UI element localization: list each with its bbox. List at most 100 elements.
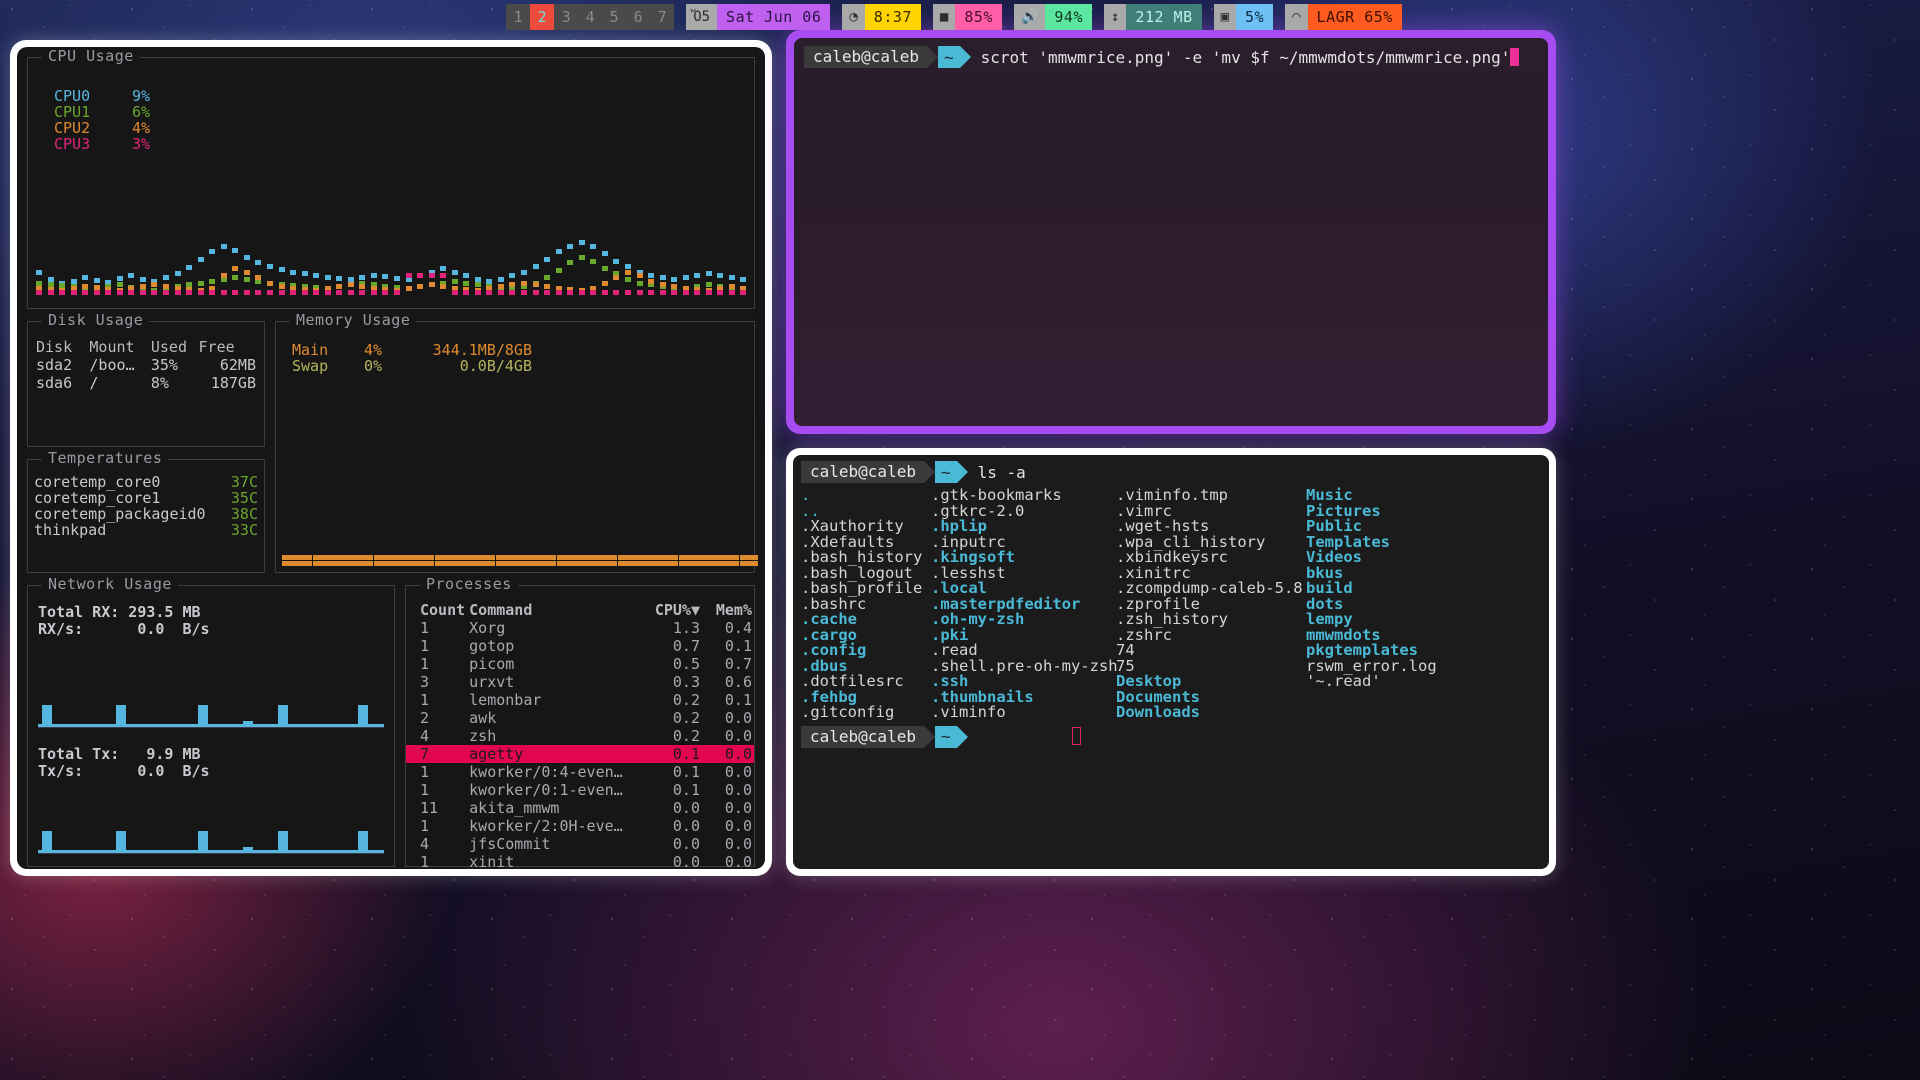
process-row[interactable]: 4zsh0.20.0 (406, 727, 754, 745)
workspace-1[interactable]: 1 (506, 4, 530, 30)
memory-graph-point (715, 555, 721, 560)
memory-graph-point (611, 561, 617, 566)
temperature-name: coretemp_core1 (34, 490, 160, 506)
process-row[interactable]: 4jfsCommit0.00.0 (406, 835, 754, 853)
cpu-graph-point (579, 255, 585, 260)
cpu-graph-point (336, 290, 342, 295)
process-row[interactable]: 1gotop0.70.1 (406, 637, 754, 655)
process-row[interactable]: 3urxvt0.30.6 (406, 673, 754, 691)
memory-row: Swap0%0.0B/4GB (292, 358, 746, 374)
process-cell-cpu: 0.7 (650, 637, 702, 655)
process-cell-count: 3 (406, 673, 467, 691)
file-entry[interactable]: 74 (1116, 643, 1306, 659)
process-row[interactable]: 1picom0.50.7 (406, 655, 754, 673)
process-row[interactable]: 1xinit0.00.0 (406, 853, 754, 869)
process-cell-mem: 0.0 (702, 817, 754, 835)
process-row[interactable]: 1kworker/0:4-even…0.10.0 (406, 763, 754, 781)
memory-graph-point (398, 555, 404, 560)
processes-header-cell[interactable]: Command (467, 601, 650, 619)
cpu-graph-point (128, 273, 134, 278)
process-row[interactable]: 2awk0.20.0 (406, 709, 754, 727)
status-segment-wifi[interactable]: ◠LAGR 65% (1285, 4, 1402, 30)
memory-graph-point (386, 555, 392, 560)
workspace-4[interactable]: 4 (578, 4, 602, 30)
memory-graph-point (453, 555, 459, 560)
cpu-graph-point (660, 282, 666, 287)
temperature-value: 35C (231, 490, 258, 506)
workspace-6[interactable]: 6 (626, 4, 650, 30)
cpu-graph-point (313, 273, 319, 278)
cpu-graph-point (717, 290, 723, 295)
process-row[interactable]: 1Xorg1.30.4 (406, 619, 754, 637)
processes-header-cell[interactable]: CPU%▼ (650, 601, 702, 619)
cpu-graph-point (694, 273, 700, 278)
status-segment-cpu[interactable]: ▣5% (1214, 4, 1274, 30)
file-entry[interactable]: Downloads (1116, 705, 1306, 721)
memory-graph-point (288, 561, 294, 566)
memory-graph-point (648, 561, 654, 566)
workspace-2[interactable]: 2 (530, 4, 554, 30)
terminal-command-bottom: ls -a (978, 463, 1026, 482)
process-row[interactable]: 1kworker/2:0H-eve…0.00.0 (406, 817, 754, 835)
cpu-graph-point (382, 274, 388, 279)
process-row[interactable]: 1lemonbar0.20.1 (406, 691, 754, 709)
process-cell-mem: 0.0 (702, 745, 754, 763)
status-segment-clock[interactable]: ◔8:37 (842, 4, 921, 30)
process-row[interactable]: 7agetty0.10.0 (406, 745, 754, 763)
gotop-window[interactable]: CPU Usage CPU09%CPU16%CPU24%CPU33% Disk … (10, 40, 772, 876)
cpu-graph-point (394, 276, 400, 281)
cpu-graph-point (544, 257, 550, 262)
temperature-value: 38C (231, 506, 258, 522)
workspace-3[interactable]: 3 (554, 4, 578, 30)
processes-table[interactable]: CountCommandCPU%▼Mem%1Xorg1.30.41gotop0.… (406, 601, 754, 869)
cpu-graph-point (521, 281, 527, 286)
memory-graph-point (398, 561, 404, 566)
memory-graph (282, 552, 748, 566)
terminal-window-ls[interactable]: caleb@caleb ~ ls -a ....Xauthority.Xdefa… (786, 448, 1556, 876)
sliders-icon: ↕ (1104, 4, 1126, 30)
workspace-7[interactable]: 7 (650, 4, 674, 30)
memory-graph-point (593, 561, 599, 566)
process-cell-command: kworker/0:4-even… (467, 763, 650, 781)
cpu-graph-point (279, 284, 285, 289)
terminal-window-scrot[interactable]: caleb@caleb ~ scrot 'mmwmrice.png' -e 'm… (786, 30, 1556, 434)
cpu-usage-panel: CPU Usage CPU09%CPU16%CPU24%CPU33% (27, 57, 755, 309)
temperature-name: coretemp_core0 (34, 474, 160, 490)
memory-graph-point (386, 561, 392, 566)
memory-graph-point (563, 555, 569, 560)
file-entry[interactable]: . (801, 488, 931, 504)
status-segment-mixer[interactable]: ↕212 MB (1104, 4, 1202, 30)
cpu-graph-point (36, 290, 42, 295)
terminal-screen-top[interactable]: caleb@caleb ~ scrot 'mmwmrice.png' -e 'm… (794, 38, 1548, 426)
file-column: MusicPicturesPublicTemplatesVideosbkusbu… (1306, 488, 1456, 721)
process-cell-count: 1 (406, 781, 467, 799)
prompt-arrow2-icon (957, 461, 968, 483)
processes-header-cell[interactable]: Count (406, 601, 467, 619)
file-entry[interactable]: .gitconfig (801, 705, 931, 721)
status-segment-volume[interactable]: 🔊94% (1014, 4, 1092, 30)
memory-graph-point (502, 555, 508, 560)
process-cell-count: 4 (406, 835, 467, 853)
status-segment-date[interactable]: Ὄ5Sat Jun 06 (686, 4, 830, 30)
workspace-5[interactable]: 5 (602, 4, 626, 30)
process-row[interactable]: 1kworker/0:1-even…0.10.0 (406, 781, 754, 799)
process-cell-cpu: 0.2 (650, 727, 702, 745)
process-cell-mem: 0.0 (702, 799, 754, 817)
file-entry[interactable]: '~.read' (1306, 674, 1456, 690)
cpu-graph-point (498, 284, 504, 289)
processes-header-cell[interactable]: Mem% (702, 601, 754, 619)
prompt-path: ~ (935, 461, 957, 483)
cpu-graph-point (290, 290, 296, 295)
memory-graph-point (428, 561, 434, 566)
cpu-graph-point (475, 282, 481, 287)
status-segment-battery[interactable]: ■85% (933, 4, 1002, 30)
file-entry[interactable]: .zshrc (1116, 628, 1306, 644)
process-cell-command: akita_mmwm (467, 799, 650, 817)
cpu-core-row: CPU16% (54, 104, 744, 120)
terminal-cursor-top (1510, 48, 1519, 66)
memory-graph-point (581, 561, 587, 566)
process-row[interactable]: 11akita_mmwm0.00.0 (406, 799, 754, 817)
terminal-screen-bottom[interactable]: caleb@caleb ~ ls -a ....Xauthority.Xdefa… (793, 455, 1549, 869)
processes-panel[interactable]: Processes CountCommandCPU%▼Mem%1Xorg1.30… (405, 585, 755, 867)
cpu-graph-point (232, 275, 238, 280)
